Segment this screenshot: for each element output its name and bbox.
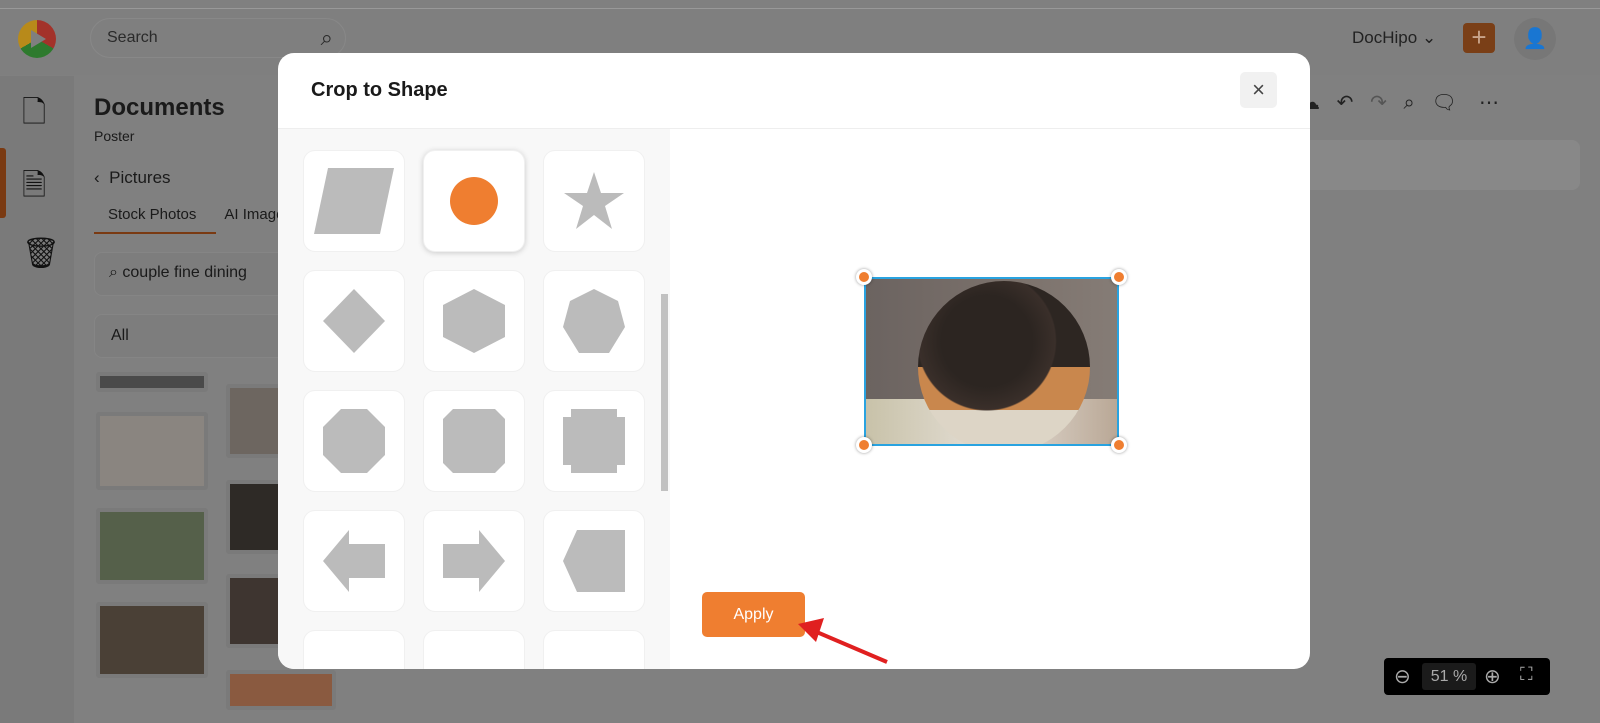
shape-plaque[interactable] (543, 390, 645, 492)
back-to-pictures[interactable]: ‹ Pictures (94, 168, 171, 188)
file-text-icon[interactable]: 🗎 (22, 163, 46, 214)
star-icon (564, 172, 624, 229)
sidebar-active-indicator (0, 148, 6, 218)
shape-heptagon[interactable] (543, 270, 645, 372)
comment-icon[interactable]: 🗨 (1431, 92, 1456, 114)
photo-thumbnail[interactable] (226, 574, 286, 648)
red-arrow-annotation (798, 618, 888, 664)
brand-label: DocHipo (1352, 28, 1418, 47)
shape-circle[interactable] (423, 150, 525, 252)
octagon-icon (323, 409, 385, 473)
shape-octagon[interactable] (303, 390, 405, 492)
workspace-menu[interactable]: DocHipo ⌄ (1352, 28, 1436, 48)
undo-icon[interactable]: ↶ (1337, 92, 1354, 114)
chevron-down-icon: ⌄ (1421, 28, 1437, 47)
dialog-title: Crop to Shape (311, 79, 448, 101)
zoom-in-icon[interactable]: ⊕ (1484, 664, 1501, 689)
section-label: Pictures (109, 168, 171, 187)
shape-list (278, 129, 670, 669)
shape-parallelogram[interactable] (303, 150, 405, 252)
plaque-icon (563, 409, 625, 473)
tab-underline (94, 232, 216, 234)
search-placeholder: Search (107, 29, 158, 46)
scrollbar[interactable] (661, 294, 668, 491)
user-avatar[interactable]: 👤 (1514, 18, 1556, 60)
shape-arrow-left[interactable] (303, 510, 405, 612)
photo-thumbnail[interactable] (96, 412, 208, 490)
arrow-left-icon (323, 530, 385, 592)
crop-to-shape-dialog: Crop to Shape × Apply (278, 53, 1310, 669)
shape-hexagon[interactable] (423, 270, 525, 372)
add-button[interactable]: + (1463, 23, 1495, 53)
photo-thumbnail[interactable] (96, 508, 208, 584)
shape-tile[interactable] (543, 630, 645, 669)
hexagon-icon (443, 289, 505, 353)
photo-thumbnail[interactable] (96, 372, 208, 392)
shape-diamond[interactable] (303, 270, 405, 372)
resize-handle-top-left[interactable] (856, 269, 872, 285)
photo-thumbnail[interactable] (226, 670, 336, 710)
zoom-level[interactable]: 51 % (1422, 663, 1476, 690)
search-icon[interactable]: ⌕ (321, 25, 333, 51)
photo-search-value: couple fine dining (122, 264, 247, 281)
search-icon[interactable]: ⌕ (1404, 92, 1415, 114)
shape-rounded-octagon[interactable] (423, 390, 525, 492)
search-input[interactable]: Search ⌕ (90, 18, 346, 58)
photo-thumbnail[interactable] (226, 480, 286, 554)
trash-icon[interactable]: 🗑 (22, 236, 60, 271)
editor-toolbar: ☁ ↶ ↷ ⌕ 🗨 ⋯ (1300, 90, 1499, 115)
resize-handle-bottom-left[interactable] (856, 437, 872, 453)
editor-panel (1300, 140, 1580, 190)
crop-preview-image[interactable] (864, 277, 1119, 446)
document-icon[interactable]: 🗋 (22, 90, 46, 141)
photo-thumbnail[interactable] (226, 384, 286, 458)
circle-crop-mask (918, 281, 1090, 444)
zoom-out-icon[interactable]: ⊖ (1394, 664, 1411, 689)
photo-search-input[interactable]: ⌕ couple fine dining (94, 252, 294, 296)
pentagon-left-icon (563, 530, 625, 592)
more-icon[interactable]: ⋯ (1479, 92, 1499, 114)
page-title: Documents (94, 94, 225, 121)
tab-stock-photos[interactable]: Stock Photos (108, 206, 196, 223)
diamond-icon (323, 289, 385, 353)
resize-handle-top-right[interactable] (1111, 269, 1127, 285)
heptagon-icon (563, 289, 625, 353)
arrow-right-icon (443, 530, 505, 592)
shape-tile[interactable] (423, 630, 525, 669)
zoom-value: 51 (1430, 668, 1449, 685)
zoom-control: ⊖ 51 % ⊕ ⛶ (1384, 658, 1550, 695)
circle-icon (450, 177, 498, 225)
close-button[interactable]: × (1240, 72, 1277, 108)
page-subtitle: Poster (94, 128, 135, 144)
photo-thumbnail[interactable] (96, 602, 208, 678)
tabs: Stock Photos AI Images (94, 206, 292, 223)
redo-icon[interactable]: ↷ (1370, 92, 1387, 114)
shape-arrow-right[interactable] (423, 510, 525, 612)
parallelogram-icon (314, 168, 394, 234)
shape-pentagon-left[interactable] (543, 510, 645, 612)
rounded-octagon-icon (443, 409, 505, 473)
dochipo-logo[interactable] (18, 20, 56, 58)
shape-star[interactable] (543, 150, 645, 252)
filter-value: All (111, 327, 129, 344)
fullscreen-icon[interactable]: ⛶ (1520, 664, 1533, 685)
zoom-unit: % (1453, 668, 1468, 685)
resize-handle-bottom-right[interactable] (1111, 437, 1127, 453)
filter-select[interactable]: All (94, 314, 294, 358)
shape-tile[interactable] (303, 630, 405, 669)
